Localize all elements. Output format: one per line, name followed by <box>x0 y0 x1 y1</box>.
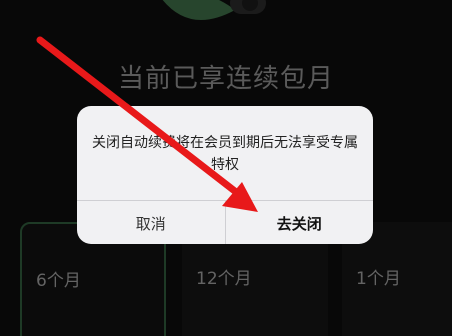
cancel-button[interactable]: 取消 <box>77 201 225 244</box>
dialog-button-row: 取消 去关闭 <box>77 200 373 244</box>
dialog-message: 关闭自动续费将在会员到期后无法享受专属特权 <box>92 135 358 173</box>
confirm-dialog: 关闭自动续费将在会员到期后无法享受专属特权 取消 去关闭 <box>77 106 373 244</box>
subscription-screen: 当前已享连续包月 6个月 12个月 1个月 关闭自动续费将在会员到期后无法享受专… <box>0 0 452 336</box>
go-close-button[interactable]: 去关闭 <box>224 201 374 244</box>
